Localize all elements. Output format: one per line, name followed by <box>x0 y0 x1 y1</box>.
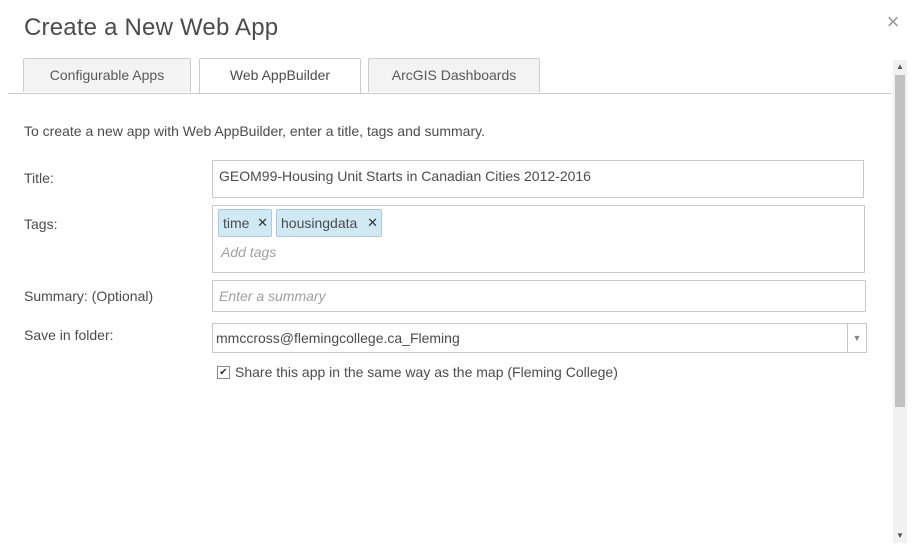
close-icon[interactable]: × <box>883 11 903 33</box>
tag-label: housingdata <box>281 215 358 231</box>
scroll-thumb[interactable] <box>895 75 905 407</box>
title-label: Title: <box>24 170 54 186</box>
tag-label: time <box>223 215 250 231</box>
summary-input[interactable]: Enter a summary <box>212 280 866 312</box>
summary-label: Summary: (Optional) <box>24 288 154 304</box>
intro-text: To create a new app with Web AppBuilder,… <box>24 123 485 139</box>
page-title: Create a New Web App <box>24 14 279 41</box>
folder-select[interactable]: mmccross@flemingcollege.ca_Fleming ▼ <box>212 323 867 353</box>
share-checkbox[interactable]: ✔ <box>217 366 230 379</box>
scroll-up-icon[interactable]: ▲ <box>893 60 907 74</box>
scroll-down-icon[interactable]: ▼ <box>893 529 907 543</box>
chevron-down-icon[interactable]: ▼ <box>847 324 866 352</box>
tags-input[interactable]: time ✕ housingdata ✕ Add tags <box>212 205 865 273</box>
remove-tag-icon[interactable]: ✕ <box>257 210 268 236</box>
add-tags-input[interactable]: Add tags <box>221 244 276 260</box>
remove-tag-icon[interactable]: ✕ <box>367 210 378 236</box>
folder-label: Save in folder: <box>24 327 114 343</box>
tab-arcgis-dashboards[interactable]: ArcGIS Dashboards <box>368 58 540 92</box>
tab-bar: Configurable Apps Web AppBuilder ArcGIS … <box>8 58 892 94</box>
tags-label: Tags: <box>24 216 58 232</box>
scrollbar[interactable]: ▲ ▼ <box>893 60 907 543</box>
title-input[interactable]: GEOM99-Housing Unit Starts in Canadian C… <box>212 160 864 198</box>
tab-web-appbuilder[interactable]: Web AppBuilder <box>199 58 361 93</box>
share-label: Share this app in the same way as the ma… <box>235 364 618 380</box>
tag-chip: time ✕ <box>218 209 272 237</box>
tag-chip: housingdata ✕ <box>276 209 382 237</box>
folder-value: mmccross@flemingcollege.ca_Fleming <box>216 330 460 346</box>
tab-configurable-apps[interactable]: Configurable Apps <box>23 58 191 92</box>
